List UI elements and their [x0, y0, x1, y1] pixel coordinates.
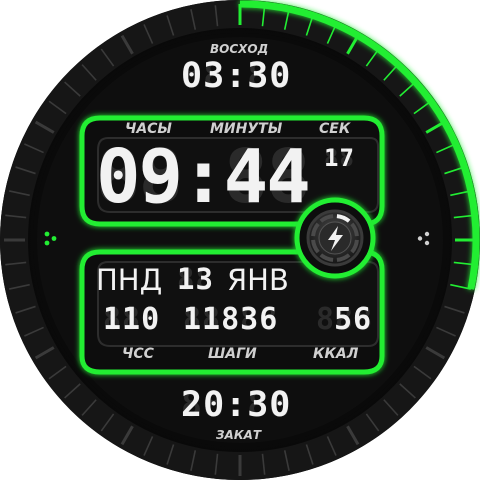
- sunrise-time: 03:30: [181, 56, 292, 96]
- sunset-time: 20:30: [181, 385, 292, 425]
- steps-label: ШАГИ: [208, 346, 257, 362]
- day-value: 13: [177, 262, 214, 296]
- inner-dial: [33, 33, 447, 447]
- sunset-label: ЗАКАТ: [216, 428, 262, 442]
- steps-value: 11836: [183, 302, 279, 337]
- heart-rate-value: 110: [103, 302, 161, 337]
- sunrise-label: ВОСХОД: [210, 42, 269, 56]
- month: ЯНВ: [227, 263, 289, 297]
- seconds-value: 17: [324, 144, 355, 172]
- calories-label: ККАЛ: [313, 346, 359, 362]
- main-time: 09:44: [96, 134, 311, 220]
- heart-rate-label: ЧСС: [122, 346, 154, 362]
- weekday: ПНД: [96, 263, 163, 297]
- calories-value: 56: [334, 302, 373, 337]
- seconds-label: СЕК: [319, 121, 351, 137]
